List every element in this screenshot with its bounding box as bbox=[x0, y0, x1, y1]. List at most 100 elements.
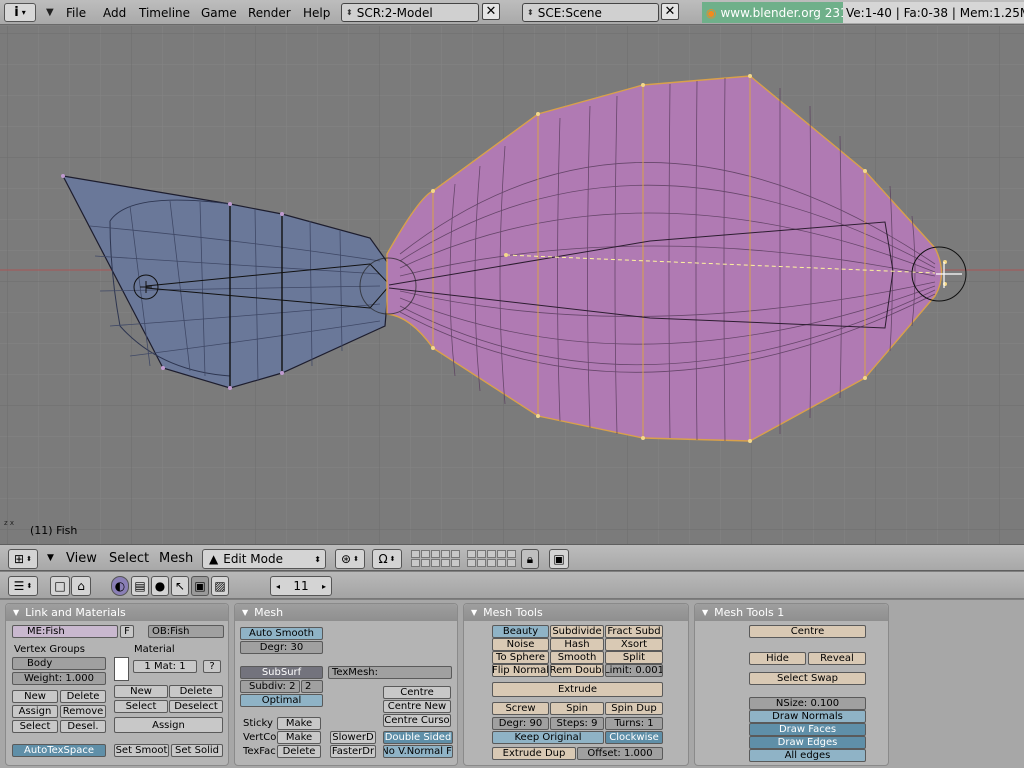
centre-cursor-button[interactable]: Centre Curso bbox=[383, 714, 451, 727]
clockwise-toggle[interactable]: Clockwise bbox=[605, 731, 663, 744]
frame-counter[interactable]: ◂ 11 ▸ bbox=[270, 576, 332, 596]
view-window-button[interactable]: □ bbox=[50, 576, 70, 596]
scene-selector[interactable]: ⬍ SCE:Scene bbox=[522, 3, 659, 22]
reveal-button[interactable]: Reveal bbox=[808, 652, 866, 665]
no-vnormal-flip-toggle[interactable]: No V.Normal Fl bbox=[383, 745, 453, 758]
centre-new-button[interactable]: Centre New bbox=[383, 700, 451, 713]
object-name-field[interactable]: OB:Fish bbox=[148, 625, 224, 638]
panel-title[interactable]: ▼ Mesh bbox=[235, 604, 457, 621]
material-deselect-button[interactable]: Deselect bbox=[169, 700, 223, 713]
material-color-swatch[interactable] bbox=[114, 657, 129, 681]
centre-button[interactable]: Centre bbox=[383, 686, 451, 699]
set-solid-button[interactable]: Set Solid bbox=[171, 744, 223, 757]
pivot-point-button[interactable]: ⊛ ⬍ bbox=[335, 549, 365, 569]
smooth-degree-field[interactable]: Degr: 30 bbox=[240, 641, 323, 654]
subdiv-levels-field[interactable]: Subdiv: 2 bbox=[240, 680, 300, 693]
set-smooth-button[interactable]: Set Smoot bbox=[114, 744, 169, 757]
mode-selector[interactable]: ▲ Edit Mode ⬍ bbox=[202, 549, 326, 569]
delete-screen-button[interactable]: ✕ bbox=[482, 3, 500, 20]
vgroup-remove-button[interactable]: Remove bbox=[60, 705, 106, 718]
draw-normals-toggle[interactable]: Draw Normals bbox=[749, 710, 866, 723]
texmesh-field[interactable]: TexMesh: bbox=[328, 666, 452, 679]
to-sphere-button[interactable]: To Sphere bbox=[492, 651, 549, 664]
texface-delete-button[interactable]: Delete bbox=[277, 745, 321, 758]
extrude-button[interactable]: Extrude bbox=[492, 682, 663, 697]
3d-viewport[interactable]: z x (11) Fish bbox=[0, 26, 1024, 544]
render-preview-button[interactable]: ▣ bbox=[549, 549, 569, 569]
auto-smooth-toggle[interactable]: Auto Smooth bbox=[240, 627, 323, 640]
object-context-button[interactable]: ↖ bbox=[171, 576, 189, 596]
subsurf-toggle[interactable]: SubSurf bbox=[240, 666, 323, 679]
vgroup-select-button[interactable]: Select bbox=[12, 720, 58, 733]
menu-select[interactable]: Select bbox=[109, 551, 149, 566]
centre-button[interactable]: Centre bbox=[749, 625, 866, 638]
keep-original-toggle[interactable]: Keep Original bbox=[492, 731, 604, 744]
render-subdiv-field[interactable]: 2 bbox=[301, 680, 323, 693]
hide-button[interactable]: Hide bbox=[749, 652, 806, 665]
material-assign-button[interactable]: Assign bbox=[114, 717, 223, 733]
panel-title[interactable]: ▼ Mesh Tools 1 bbox=[695, 604, 888, 621]
material-select-button[interactable]: Select bbox=[114, 700, 168, 713]
delete-scene-button[interactable]: ✕ bbox=[661, 3, 679, 20]
vgroup-new-button[interactable]: New bbox=[12, 690, 58, 703]
remove-doubles-button[interactable]: Rem Doubl bbox=[550, 664, 604, 677]
panel-title[interactable]: ▼ Link and Materials bbox=[6, 604, 228, 621]
editing-context-button[interactable]: ▣ bbox=[191, 576, 209, 596]
all-edges-toggle[interactable]: All edges bbox=[749, 749, 866, 762]
xsort-button[interactable]: Xsort bbox=[605, 638, 663, 651]
window-type-button[interactable]: ⊞ ⬍ bbox=[8, 549, 38, 569]
fake-user-button[interactable]: F bbox=[120, 625, 134, 638]
double-sided-toggle[interactable]: Double Sided bbox=[383, 731, 453, 744]
draw-edges-toggle[interactable]: Draw Edges bbox=[749, 736, 866, 749]
shading-context-button[interactable]: ● bbox=[151, 576, 169, 596]
menu-game[interactable]: Game bbox=[201, 3, 237, 22]
info-window-button[interactable]: i ▾ bbox=[4, 3, 36, 22]
menu-add[interactable]: Add bbox=[103, 3, 126, 22]
collapse-menu-toggle[interactable]: ▼ bbox=[46, 3, 54, 22]
beauty-toggle[interactable]: Beauty bbox=[492, 625, 549, 638]
select-swap-button[interactable]: Select Swap bbox=[749, 672, 866, 685]
scene-context-button[interactable]: ▨ bbox=[211, 576, 229, 596]
extrude-dup-button[interactable]: Extrude Dup bbox=[492, 747, 576, 760]
screen-selector[interactable]: ⬍ SCR:2-Model bbox=[341, 3, 479, 22]
slower-draw-button[interactable]: SlowerD bbox=[330, 731, 376, 744]
vgroup-deselect-button[interactable]: Desel. bbox=[60, 720, 106, 733]
spin-degree-field[interactable]: Degr: 90 bbox=[492, 717, 549, 730]
spin-dup-button[interactable]: Spin Dup bbox=[605, 702, 663, 715]
weight-field[interactable]: Weight: 1.000 bbox=[12, 672, 106, 685]
buttons-window-type[interactable]: ☰ ⬍ bbox=[8, 576, 38, 596]
proportional-edit-button[interactable]: Ω ⬍ bbox=[372, 549, 402, 569]
material-help-button[interactable]: ? bbox=[203, 660, 221, 673]
menu-timeline[interactable]: Timeline bbox=[139, 3, 190, 22]
split-button[interactable]: Split bbox=[605, 651, 663, 664]
offset-field[interactable]: Offset: 1.000 bbox=[577, 747, 663, 760]
menu-render[interactable]: Render bbox=[248, 3, 291, 22]
vertex-group-selector[interactable]: Body bbox=[12, 657, 106, 670]
fract-subd-button[interactable]: Fract Subd bbox=[605, 625, 663, 638]
material-index-field[interactable]: 1 Mat: 1 bbox=[133, 660, 197, 673]
lock-layers-button[interactable]: 🔒︎ bbox=[521, 549, 539, 569]
faster-draw-button[interactable]: FasterDr bbox=[330, 745, 376, 758]
limit-field[interactable]: Limit: 0.001 bbox=[605, 664, 663, 677]
sticky-make-button[interactable]: Make bbox=[277, 717, 321, 730]
script-context-button[interactable]: ▤ bbox=[131, 576, 149, 596]
panel-title[interactable]: ▼ Mesh Tools bbox=[464, 604, 688, 621]
layer-buttons-1[interactable] bbox=[411, 550, 460, 567]
draw-faces-toggle[interactable]: Draw Faces bbox=[749, 723, 866, 736]
mesh-name-field[interactable]: ME:Fish bbox=[12, 625, 118, 638]
logic-context-button[interactable]: ◐ bbox=[111, 576, 129, 596]
hash-button[interactable]: Hash bbox=[550, 638, 604, 651]
menu-help[interactable]: Help bbox=[303, 3, 330, 22]
layer-buttons-2[interactable] bbox=[467, 550, 516, 567]
smooth-button[interactable]: Smooth bbox=[550, 651, 604, 664]
screw-button[interactable]: Screw bbox=[492, 702, 549, 715]
menu-mesh[interactable]: Mesh bbox=[159, 551, 193, 566]
collapse-menu-toggle[interactable]: ▼ bbox=[47, 553, 54, 563]
home-button[interactable]: ⌂ bbox=[71, 576, 91, 596]
turns-field[interactable]: Turns: 1 bbox=[605, 717, 663, 730]
menu-file[interactable]: File bbox=[66, 3, 86, 22]
optimal-toggle[interactable]: Optimal bbox=[240, 694, 323, 707]
subdivide-button[interactable]: Subdivide bbox=[550, 625, 604, 638]
vgroup-delete-button[interactable]: Delete bbox=[60, 690, 106, 703]
vertco-make-button[interactable]: Make bbox=[277, 731, 321, 744]
